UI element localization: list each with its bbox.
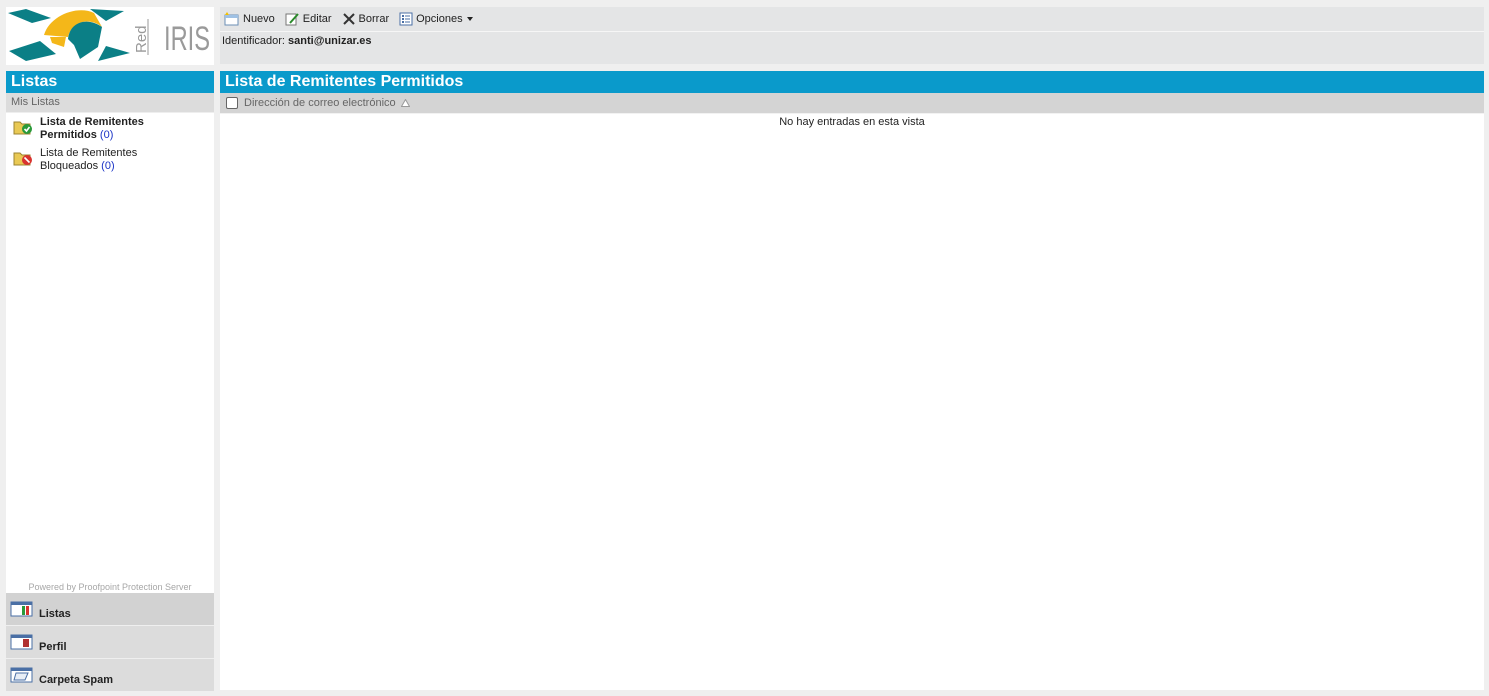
sidebar-title: Listas (6, 71, 214, 93)
new-icon (224, 12, 239, 26)
logo-sub-text: Red (133, 25, 150, 53)
chevron-down-icon (466, 17, 473, 21)
sidebar-section-header: Mis Listas (6, 93, 214, 113)
options-label: Opciones (416, 13, 463, 25)
identity-value: santi@unizar.es (288, 35, 372, 47)
nav-label: Listas (39, 608, 71, 620)
logo-graphic: Red IRIS (8, 9, 210, 61)
table-header: Dirección de correo electrónico (220, 93, 1484, 114)
nav-label: Carpeta Spam (39, 674, 113, 686)
empty-message: No hay entradas en esta vista (779, 116, 925, 128)
sidebar-item-blocked[interactable]: Lista de Remitentes Bloqueados (0) (6, 142, 214, 173)
lists-icon (10, 601, 33, 617)
nav-perfil[interactable]: Perfil (6, 626, 214, 659)
sidebar-item-allowed[interactable]: Lista de Remitentes Permitidos (0) (6, 113, 214, 142)
options-button[interactable]: Opciones (399, 12, 476, 26)
spam-folder-icon (10, 667, 33, 683)
identity-label: Identificador: (222, 35, 285, 47)
column-header-email[interactable]: Dirección de correo electrónico (244, 97, 396, 109)
logo-text: IRIS (164, 20, 210, 58)
nav-listas[interactable]: Listas (6, 593, 214, 626)
delete-icon (342, 13, 355, 25)
new-button[interactable]: Nuevo (224, 12, 275, 26)
nav-label: Perfil (39, 641, 67, 653)
nav-carpeta-spam[interactable]: Carpeta Spam (6, 659, 214, 692)
sidebar-item-count: (0) (99, 129, 114, 141)
delete-label: Borrar (358, 13, 390, 25)
edit-icon (285, 13, 299, 26)
main-panel: Lista de Remitentes Permitidos Dirección… (220, 71, 1484, 690)
top-bar: Nuevo Editar Borrar Opciones Identificad… (220, 7, 1484, 64)
page-title: Lista de Remitentes Permitidos (220, 71, 1484, 93)
sidebar-item-label: Lista de Remitentes Permitidos (40, 116, 144, 141)
folder-check-icon (13, 121, 32, 135)
select-all-checkbox[interactable] (226, 97, 238, 109)
options-icon (399, 12, 413, 26)
edit-button[interactable]: Editar (285, 12, 332, 26)
sort-ascending-icon[interactable] (400, 99, 410, 107)
sidebar-item-label: Lista de Remitentes Bloqueados (40, 147, 138, 172)
folder-block-icon (13, 152, 32, 166)
delete-button[interactable]: Borrar (342, 12, 390, 26)
edit-label: Editar (302, 13, 332, 25)
rediris-logo: Red IRIS (6, 7, 214, 65)
sidebar: Listas Mis Listas Lista de Remitentes Pe… (6, 71, 214, 692)
powered-by-text: Powered by Proofpoint Protection Server (28, 582, 192, 592)
new-label: Nuevo (243, 13, 275, 25)
profile-icon (10, 634, 33, 650)
sidebar-item-count: (0) (101, 160, 115, 172)
toolbar: Nuevo Editar Borrar Opciones (220, 7, 1484, 32)
identity-row: Identificador: santi@unizar.es (220, 32, 1484, 47)
